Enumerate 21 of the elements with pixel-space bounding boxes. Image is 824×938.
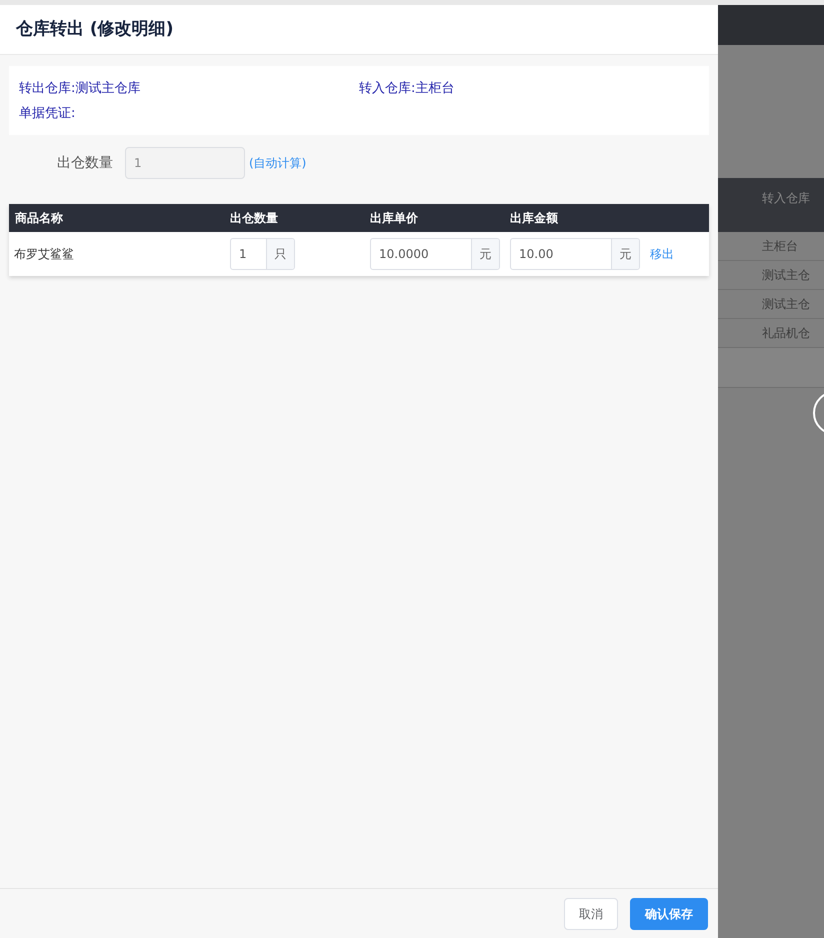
background-table-row: 测试主仓 (718, 290, 824, 319)
info-label: 转入仓库:主柜台 (359, 80, 456, 98)
column-header: 商品名称 (14, 210, 64, 227)
info-label: 单据凭证: (19, 105, 76, 123)
dialog-title: 仓库转出 (修改明细) (16, 18, 174, 41)
quantity-input[interactable]: 1 只 (230, 238, 295, 270)
field-label: 出仓数量 (57, 154, 113, 172)
column-header: 出库金额 (509, 210, 559, 227)
column-header: 出仓数量 (229, 210, 279, 227)
remove-link[interactable]: 移出 (650, 245, 674, 263)
info-label: 转出仓库:测试主仓库 (19, 80, 142, 98)
column-header: 出库单价 (369, 210, 419, 227)
amount-input[interactable]: 10.00 元 (510, 238, 640, 270)
price-input[interactable]: 10.0000 元 (370, 238, 500, 270)
auto-calc-hint: (自动计算) (249, 155, 306, 172)
save-button[interactable]: 确认保存 (630, 898, 708, 930)
column-header: 转入仓库 (762, 191, 810, 205)
background-table-row: 主柜台 (718, 232, 824, 261)
table-cell-text: 布罗艾鲨鲨 (13, 246, 75, 263)
background-table-row: 测试主仓 (718, 261, 824, 290)
cancel-button[interactable]: 取消 (564, 898, 618, 930)
